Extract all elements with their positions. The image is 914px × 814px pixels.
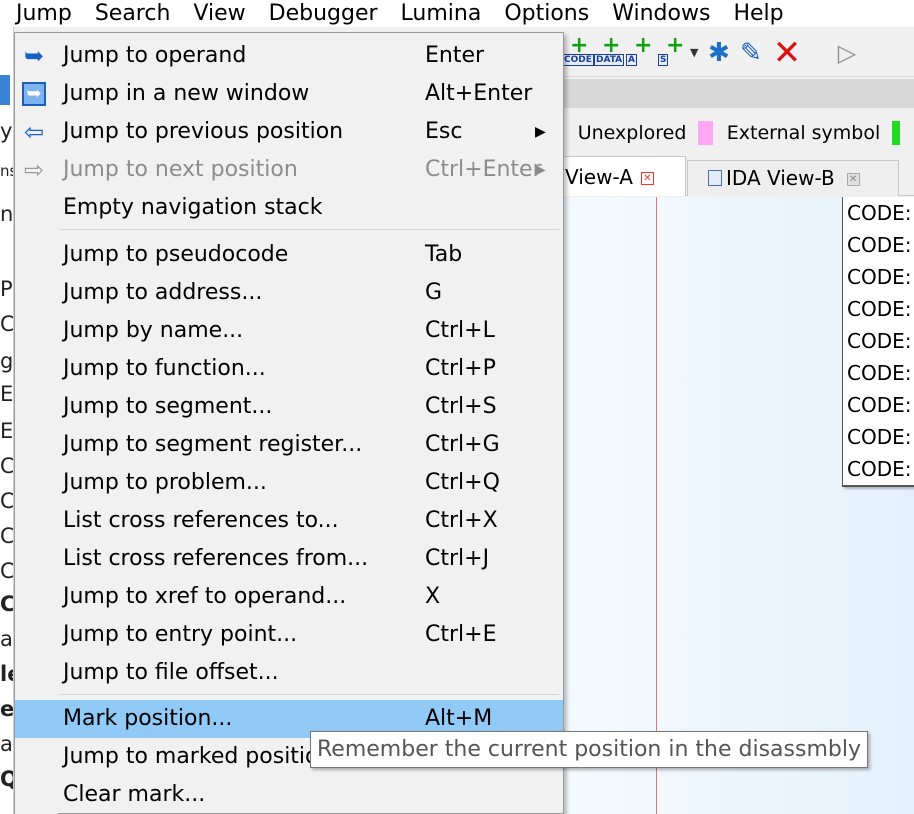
submenu-arrow-icon: ▶ (535, 124, 546, 140)
code-line: CODE: (847, 393, 912, 417)
left-panel-strip: y ns n Pr C g E E C C C C C a le e a Q (0, 27, 14, 814)
left-strip-text: le (0, 662, 13, 686)
left-strip-text: Pr (0, 277, 13, 301)
menu-item-jump-by-name[interactable]: Jump by name... Ctrl+L (15, 312, 563, 350)
menu-item-empty-navigation-stack[interactable]: Empty navigation stack (15, 189, 563, 227)
code-line: CODE: (847, 233, 912, 257)
snowflake-icon[interactable]: ✱ (708, 38, 734, 68)
menu-item-jump-to-address[interactable]: Jump to address... G (15, 274, 563, 312)
pencil-icon[interactable]: ✎ (740, 38, 766, 68)
menu-item-list-xrefs-from[interactable]: List cross references from... Ctrl+J (15, 540, 563, 578)
menu-options[interactable]: Options (492, 0, 600, 27)
make-struct-icon[interactable]: + S (658, 35, 684, 68)
tooltip: Remember the current position in the dis… (310, 731, 868, 768)
menu-separator (59, 694, 559, 695)
back-arrow-icon: ⇦ (23, 118, 45, 146)
menu-item-jump-to-problem[interactable]: Jump to problem... Ctrl+Q (15, 464, 563, 502)
menu-item-jump-to-xref-operand[interactable]: Jump to xref to operand... X (15, 578, 563, 616)
make-data-icon[interactable]: + DATA (594, 35, 625, 68)
left-strip-text: C (0, 592, 14, 616)
close-icon[interactable]: ✕ (640, 172, 654, 185)
menu-item-jump-previous-position[interactable]: ⇦ Jump to previous position Esc ▶ (15, 113, 563, 151)
close-icon[interactable]: ✕ (846, 173, 860, 186)
left-strip-text: a (0, 732, 13, 756)
menu-debugger[interactable]: Debugger (257, 0, 389, 27)
code-line: CODE: (847, 329, 912, 353)
chevron-down-icon[interactable]: ▼ (690, 38, 702, 68)
menu-jump[interactable]: Jump (0, 0, 83, 27)
code-line: CODE: (847, 425, 912, 449)
menu-item-jump-to-segment-register[interactable]: Jump to segment register... Ctrl+G (15, 426, 563, 464)
disassembly-view[interactable]: CODE: CODE: CODE: CODE: CODE: CODE: CODE… (556, 197, 914, 814)
left-strip-text: E (0, 419, 14, 443)
tab-label: IDA View-B (726, 166, 835, 190)
menu-search[interactable]: Search (83, 0, 182, 27)
left-strip-text: E (0, 382, 14, 406)
tab-ida-view-a[interactable]: View-A ✕ (556, 156, 686, 196)
tab-ida-view-b[interactable]: IDA View-B ✕ (687, 160, 899, 196)
left-strip-text: C (0, 489, 14, 513)
view-tabs: View-A ✕ IDA View-B ✕ (556, 156, 914, 196)
play-icon[interactable]: ▷ (832, 38, 862, 68)
menu-item-jump-to-operand[interactable]: ➥ Jump to operand Enter (15, 37, 563, 75)
menu-lumina[interactable]: Lumina (389, 0, 493, 27)
left-strip-text: C (0, 454, 14, 478)
left-strip-text: y (0, 119, 13, 143)
menu-item-list-xrefs-to[interactable]: List cross references to... Ctrl+X (15, 502, 563, 540)
toolbar-icons: + CODE + DATA + A + S ▼ ✱ ✎ ✕ ▷ (562, 33, 862, 73)
code-line: CODE: (847, 297, 912, 321)
forward-arrow-icon: ⇨ (23, 156, 45, 184)
left-strip-text: g (0, 349, 14, 373)
cursor-line (656, 197, 657, 814)
menu-item-jump-to-segment[interactable]: Jump to segment... Ctrl+S (15, 388, 563, 426)
menu-item-jump-to-file-offset[interactable]: Jump to file offset... (15, 654, 563, 692)
left-strip-text: C (0, 312, 14, 336)
left-strip-text: a (0, 627, 13, 651)
jump-operand-icon: ➥ (23, 42, 45, 70)
menu-help[interactable]: Help (721, 0, 794, 27)
new-window-icon: ➥ (22, 82, 46, 106)
submenu-arrow-icon: ▶ (535, 162, 546, 178)
menu-item-jump-new-window[interactable]: ➥ Jump in a new window Alt+Enter (15, 75, 563, 113)
jump-menu-dropdown: ➥ Jump to operand Enter ➥ Jump in a new … (14, 32, 564, 814)
menu-item-jump-to-pseudocode[interactable]: Jump to pseudocode Tab (15, 236, 563, 274)
menu-item-jump-next-position[interactable]: ⇨ Jump to next position Ctrl+Enter ▶ (15, 151, 563, 189)
left-strip-text: e (0, 697, 14, 721)
menu-view[interactable]: View (181, 0, 256, 27)
code-line: CODE: (847, 457, 912, 481)
make-code-icon[interactable]: + CODE (562, 35, 594, 68)
legend-external-symbol-label: External symbol (726, 122, 881, 144)
left-strip-text: ns (0, 162, 13, 180)
menu-separator (59, 229, 559, 230)
left-strip-text: C (0, 559, 14, 583)
tab-label: View-A (565, 165, 633, 189)
code-line: CODE: (847, 201, 912, 225)
delete-icon[interactable]: ✕ (772, 36, 802, 70)
legend-bar: Unexplored External symbol (556, 113, 914, 153)
external-symbol-swatch (698, 121, 713, 145)
menu-item-clear-mark[interactable]: Clear mark... (15, 776, 563, 814)
menubar: Jump Search View Debugger Lumina Options… (0, 0, 914, 27)
navigation-band[interactable] (556, 79, 914, 108)
selection-marker (0, 75, 10, 105)
left-strip-text: C (0, 524, 14, 548)
make-string-icon[interactable]: + A (626, 35, 652, 68)
left-strip-text: Q (0, 767, 13, 791)
code-listing-popup: CODE: CODE: CODE: CODE: CODE: CODE: CODE… (842, 197, 914, 487)
code-line: CODE: (847, 361, 912, 385)
menu-item-jump-to-function[interactable]: Jump to function... Ctrl+P (15, 350, 563, 388)
menu-item-jump-to-entry-point[interactable]: Jump to entry point... Ctrl+E (15, 616, 563, 654)
legend-unexplored-label: Unexplored (577, 122, 687, 144)
document-icon (708, 170, 722, 186)
menu-windows[interactable]: Windows (600, 0, 721, 27)
legend-next-swatch (892, 121, 900, 145)
left-strip-text: n (0, 202, 14, 226)
code-line: CODE: (847, 265, 912, 289)
